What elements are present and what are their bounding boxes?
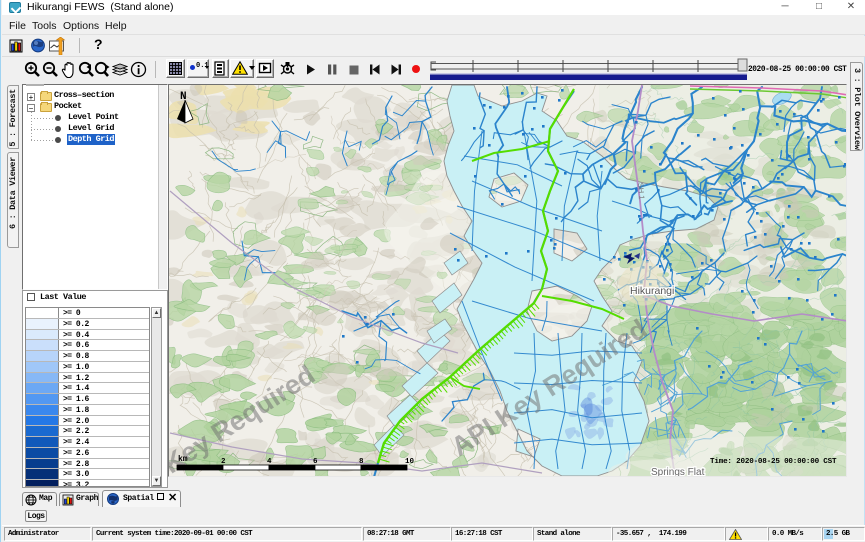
- svg-text:km: km: [178, 455, 188, 464]
- svg-text:Time: 2020-08-25 00:00:00 CST: Time: 2020-08-25 00:00:00 CST: [710, 458, 837, 466]
- svg-text:8: 8: [359, 458, 364, 466]
- svg-text:10: 10: [405, 458, 415, 466]
- svg-text:SH 1: SH 1: [636, 182, 646, 199]
- svg-text:4: 4: [267, 458, 272, 466]
- svg-text:Springs Flat: Springs Flat: [651, 467, 705, 477]
- svg-text:2: 2: [221, 458, 226, 466]
- svg-text:6: 6: [313, 458, 318, 466]
- svg-text:Hikurangi: Hikurangi: [630, 285, 674, 297]
